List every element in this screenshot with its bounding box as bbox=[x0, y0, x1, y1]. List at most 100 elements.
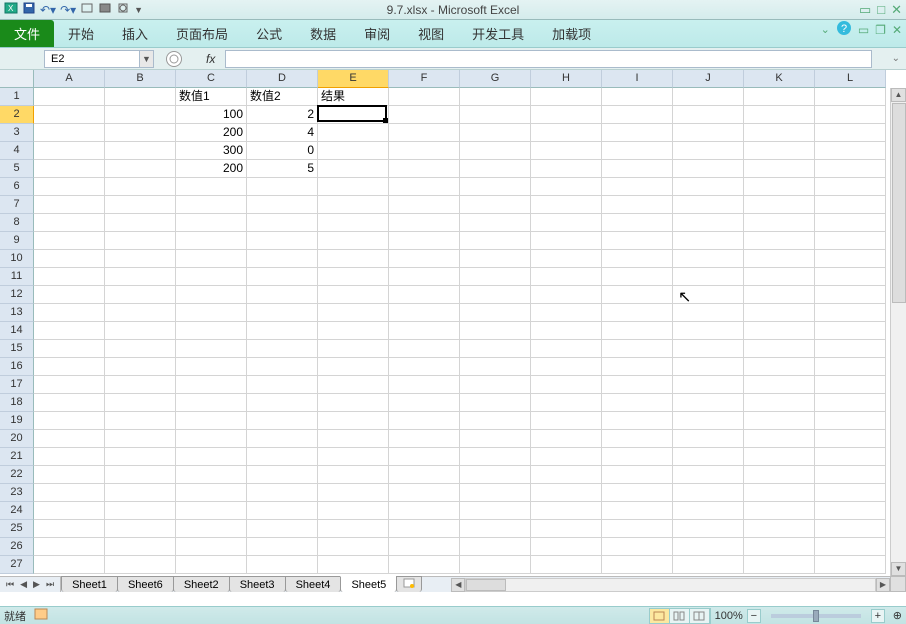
cell[interactable] bbox=[602, 340, 673, 358]
cell[interactable] bbox=[176, 340, 247, 358]
cell[interactable] bbox=[389, 160, 460, 178]
row-header[interactable]: 7 bbox=[0, 196, 34, 214]
scroll-right-icon[interactable]: ▶ bbox=[876, 578, 890, 592]
ribbon-tab-layout[interactable]: 页面布局 bbox=[162, 20, 242, 47]
ribbon-tab-devtools[interactable]: 开发工具 bbox=[458, 20, 538, 47]
cell[interactable] bbox=[815, 142, 886, 160]
row-header[interactable]: 20 bbox=[0, 430, 34, 448]
cell[interactable] bbox=[318, 466, 389, 484]
scroll-up-icon[interactable]: ▲ bbox=[891, 88, 906, 102]
cell[interactable] bbox=[602, 196, 673, 214]
column-header[interactable]: J bbox=[673, 70, 744, 88]
cell[interactable]: 数值1 bbox=[176, 88, 247, 106]
row-header[interactable]: 8 bbox=[0, 214, 34, 232]
cell[interactable] bbox=[673, 556, 744, 574]
cell[interactable] bbox=[34, 88, 105, 106]
cell[interactable] bbox=[105, 466, 176, 484]
cell[interactable] bbox=[673, 394, 744, 412]
cell[interactable] bbox=[389, 340, 460, 358]
column-header[interactable]: E bbox=[318, 70, 389, 88]
cell[interactable] bbox=[602, 520, 673, 538]
sheet-tab[interactable]: Sheet2 bbox=[173, 576, 230, 592]
cell[interactable] bbox=[318, 106, 389, 124]
cell[interactable] bbox=[602, 556, 673, 574]
insert-sheet-icon[interactable] bbox=[396, 576, 422, 592]
cell[interactable] bbox=[460, 160, 531, 178]
vscroll-thumb[interactable] bbox=[892, 103, 906, 303]
cell[interactable] bbox=[602, 394, 673, 412]
cell[interactable] bbox=[318, 178, 389, 196]
cell[interactable] bbox=[176, 286, 247, 304]
cell[interactable] bbox=[602, 88, 673, 106]
row-header[interactable]: 2 bbox=[0, 106, 34, 124]
cell[interactable] bbox=[105, 502, 176, 520]
vertical-scrollbar[interactable]: ▲ ▼ bbox=[890, 88, 906, 576]
cell[interactable] bbox=[460, 214, 531, 232]
cell[interactable] bbox=[34, 124, 105, 142]
cell[interactable] bbox=[389, 376, 460, 394]
cell[interactable] bbox=[34, 358, 105, 376]
cell[interactable] bbox=[460, 430, 531, 448]
cell[interactable]: 200 bbox=[176, 160, 247, 178]
cell[interactable] bbox=[318, 376, 389, 394]
cell[interactable] bbox=[247, 430, 318, 448]
cell[interactable] bbox=[176, 214, 247, 232]
row-header[interactable]: 12 bbox=[0, 286, 34, 304]
cell[interactable] bbox=[602, 142, 673, 160]
cell[interactable] bbox=[531, 232, 602, 250]
cell[interactable] bbox=[815, 250, 886, 268]
cell[interactable] bbox=[34, 268, 105, 286]
cell[interactable] bbox=[247, 520, 318, 538]
cell[interactable] bbox=[815, 502, 886, 520]
cell[interactable] bbox=[389, 556, 460, 574]
cell[interactable] bbox=[673, 124, 744, 142]
cell[interactable] bbox=[815, 358, 886, 376]
cell[interactable] bbox=[744, 538, 815, 556]
cell[interactable] bbox=[247, 556, 318, 574]
cell[interactable] bbox=[389, 466, 460, 484]
cell[interactable] bbox=[673, 358, 744, 376]
cell[interactable] bbox=[531, 196, 602, 214]
hscroll-track[interactable] bbox=[465, 578, 876, 592]
horizontal-scrollbar[interactable]: ◀ ▶ bbox=[451, 577, 890, 592]
cell[interactable] bbox=[531, 520, 602, 538]
cell[interactable] bbox=[247, 448, 318, 466]
cell[interactable] bbox=[34, 340, 105, 358]
cell[interactable] bbox=[247, 340, 318, 358]
cell[interactable] bbox=[531, 502, 602, 520]
column-header[interactable]: D bbox=[247, 70, 318, 88]
cell[interactable] bbox=[744, 214, 815, 232]
cell[interactable] bbox=[531, 250, 602, 268]
cell[interactable] bbox=[247, 214, 318, 232]
cell[interactable] bbox=[105, 160, 176, 178]
cell[interactable] bbox=[318, 196, 389, 214]
qat-icon-1[interactable] bbox=[80, 1, 94, 18]
cell[interactable] bbox=[176, 250, 247, 268]
cell[interactable] bbox=[673, 160, 744, 178]
cell[interactable] bbox=[744, 304, 815, 322]
cell[interactable] bbox=[176, 322, 247, 340]
cell[interactable] bbox=[318, 538, 389, 556]
cell[interactable] bbox=[34, 286, 105, 304]
row-header[interactable]: 1 bbox=[0, 88, 34, 106]
row-header[interactable]: 15 bbox=[0, 340, 34, 358]
file-tab[interactable]: 文件 bbox=[0, 20, 54, 47]
cell[interactable] bbox=[531, 538, 602, 556]
cell[interactable] bbox=[389, 88, 460, 106]
cell[interactable] bbox=[389, 538, 460, 556]
cell[interactable] bbox=[34, 160, 105, 178]
cell[interactable] bbox=[602, 484, 673, 502]
column-header[interactable]: A bbox=[34, 70, 105, 88]
cell[interactable] bbox=[744, 268, 815, 286]
column-header[interactable]: I bbox=[602, 70, 673, 88]
hscroll-thumb[interactable] bbox=[466, 579, 506, 591]
ribbon-caret-icon[interactable]: ⌄ bbox=[821, 23, 830, 36]
cell[interactable] bbox=[389, 520, 460, 538]
cell[interactable] bbox=[744, 484, 815, 502]
cell[interactable] bbox=[460, 556, 531, 574]
undo-icon[interactable]: ↶▾ bbox=[40, 3, 56, 17]
cell[interactable] bbox=[34, 466, 105, 484]
row-header[interactable]: 6 bbox=[0, 178, 34, 196]
cell[interactable] bbox=[105, 196, 176, 214]
row-header[interactable]: 25 bbox=[0, 520, 34, 538]
